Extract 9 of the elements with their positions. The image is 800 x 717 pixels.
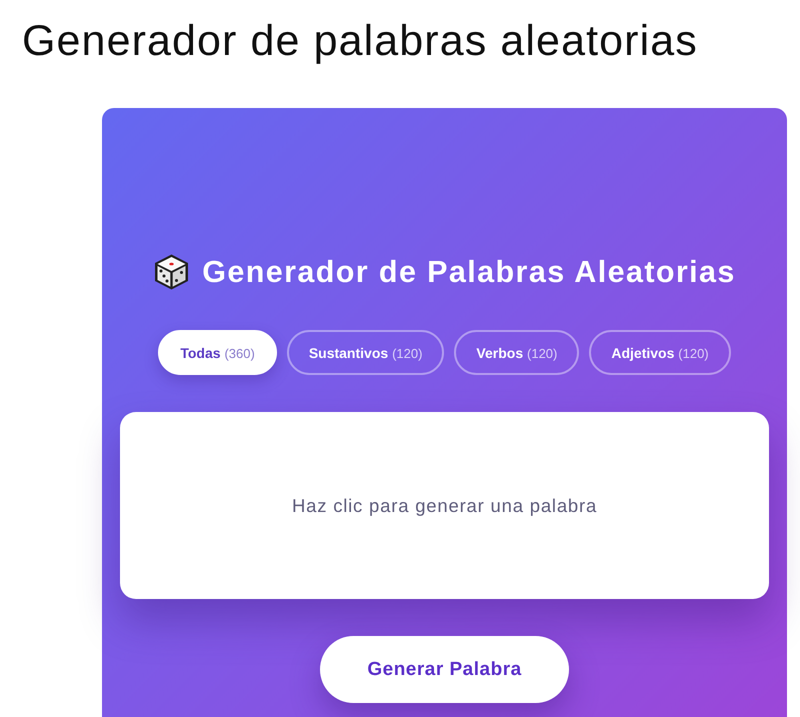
generate-button[interactable]: Generar Palabra: [320, 636, 569, 703]
dice-icon: [153, 253, 190, 291]
page-heading: Generador de palabras aleatorias: [21, 16, 699, 66]
category-tab[interactable]: Adjetivos (120): [589, 330, 731, 375]
category-tab[interactable]: Sustantivos (120): [286, 330, 444, 375]
category-tab[interactable]: Verbos (120): [454, 330, 580, 375]
placeholder-text: Haz clic para generar una palabra: [292, 494, 598, 516]
card-title: Generador de Palabras Aleatorias: [202, 254, 736, 290]
category-tab[interactable]: Todas (360): [158, 330, 277, 375]
